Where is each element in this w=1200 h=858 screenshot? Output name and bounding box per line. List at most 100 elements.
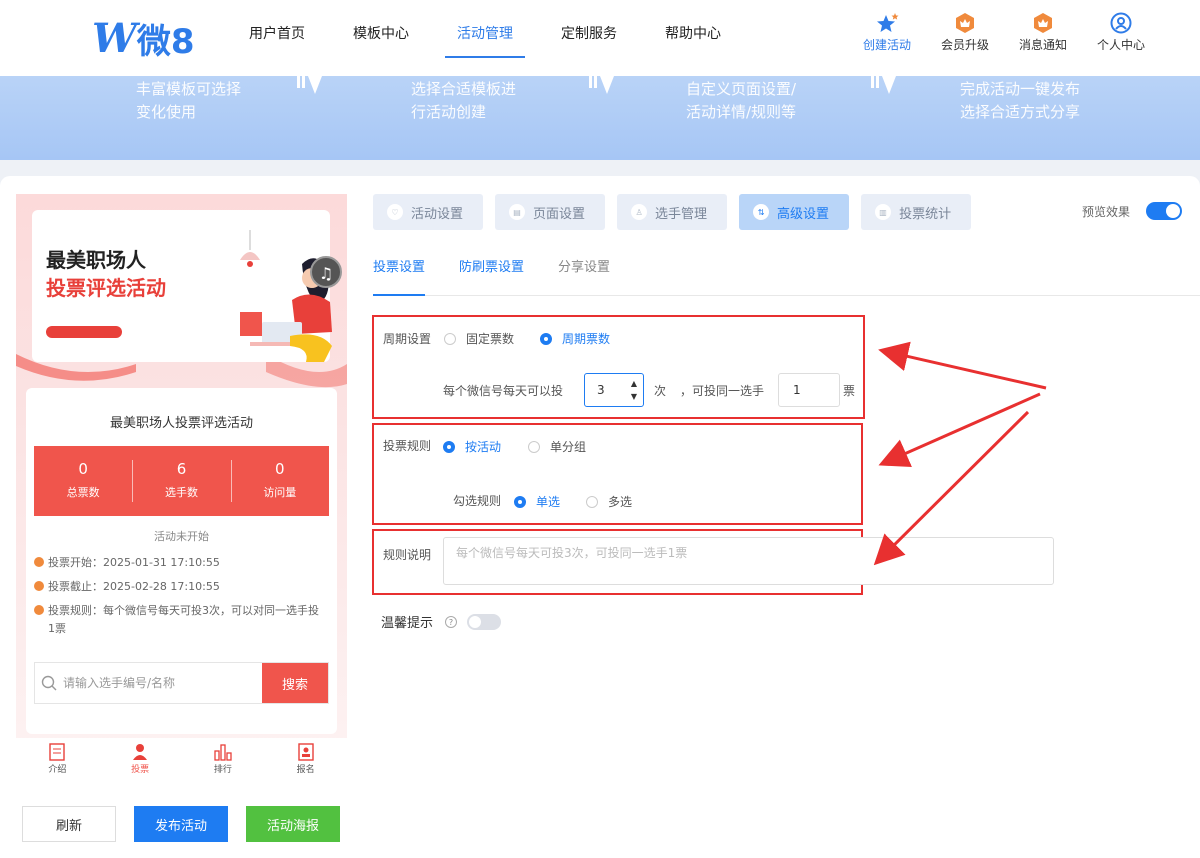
preview-toggle[interactable] [1146,202,1183,220]
per-day-value: 3 [597,383,605,397]
logo-mark: W [92,15,137,62]
message-notice-button[interactable]: 消息通知 [1004,12,1082,53]
search-button[interactable]: 搜索 [262,663,328,703]
logo[interactable]: W 微8 [92,14,195,63]
radio-multi-select[interactable]: 多选 [586,493,632,510]
stat-visits: 0 访问量 [230,446,329,516]
create-activity-button[interactable]: 创建活动 [848,12,926,53]
same-player-label: ，可投同一选手 [680,384,765,398]
vote-rule-text: 投票规则：每个微信号每天可投3次，可以对同一选手投1票 [48,604,319,635]
subtab-vote-settings[interactable]: 投票设置 [373,256,426,296]
player-search-input[interactable] [63,663,262,703]
tab-page-settings[interactable]: ▤ 页面设置 [495,194,606,230]
votes-unit: 票 [843,384,856,398]
nav-template-center[interactable]: 模板中心 [329,0,433,76]
per-day-input[interactable]: 3 ▲ ▼ [584,373,644,407]
radio-single-group[interactable]: 单分组 [528,438,586,455]
help-icon[interactable]: ? [445,615,458,628]
activity-title: 最美职场人投票评选活动 [109,416,253,431]
period-label: 周期设置 [383,332,432,346]
publish-activity-button[interactable]: 发布活动 [134,806,228,842]
tab-vote-statistics[interactable]: ▥ 投票统计 [861,194,972,230]
action-buttons: 刷新 发布活动 活动海报 [22,806,358,842]
nav-activity-management[interactable]: 活动管理 [433,0,537,76]
tab-signup-label: 报名 [296,765,315,775]
subtab-anti-fraud[interactable]: 防刷票设置 [459,256,524,295]
subtab-share-settings[interactable]: 分享设置 [558,256,610,295]
banner-step-1-line1: 丰富模板可选择 [136,80,242,98]
same-player-input[interactable]: 1 [778,373,840,407]
tab-ranking-label: 排行 [213,765,232,775]
radio-cycle-votes[interactable]: 周期票数 [540,330,610,347]
radio-single-group-label: 单分组 [550,440,587,454]
main-panel: 最美职场人 投票评选活动 ♫ 最美职场人投票评选活动 0 总票数 6 选手数 0… [0,176,1200,858]
radio-fixed-votes-label: 固定票数 [466,332,515,346]
vote-start-text: 投票开始：2025-01-31 17:10:55 [48,556,220,569]
nav-help-center[interactable]: 帮助中心 [641,0,745,76]
tab-vote[interactable]: 投票 [99,738,182,784]
activity-poster: 最美职场人 投票评选活动 ♫ [32,210,342,362]
desc-label: 规则说明 [383,548,432,562]
settings-tabs: ♡ 活动设置 ▤ 页面设置 ♙ 选手管理 ⇅ 高级设置 ▥ 投票统计 [373,194,983,230]
phone-preview: 最美职场人 投票评选活动 ♫ 最美职场人投票评选活动 0 总票数 6 选手数 0… [16,194,347,784]
tab-ranking[interactable]: 排行 [182,738,265,784]
tab-player-management[interactable]: ♙ 选手管理 [617,194,728,230]
document-icon [49,743,66,761]
nav-right: 创建活动 会员升级 消息通知 个人中心 [848,12,1160,53]
radio-by-activity-label: 按活动 [465,440,502,454]
arrow-right-icon [589,76,614,94]
radio-circle [444,332,456,345]
preview-toggle-group: 预览效果 [1082,202,1183,220]
poster-time-tag [46,326,122,338]
personal-center-button[interactable]: 个人中心 [1082,12,1160,53]
sub-tabs: 投票设置 防刷票设置 分享设置 [373,256,1200,296]
music-icon[interactable]: ♫ [310,256,342,288]
activity-info-card: 最美职场人投票评选活动 0 总票数 6 选手数 0 访问量 活动未开始 投票开始… [26,388,337,734]
banner-step-3-line2: 活动详情/规则等 [686,103,797,121]
stars-icon [877,13,899,32]
radio-single-select[interactable]: 单选 [514,493,560,510]
radio-by-activity[interactable]: 按活动 [443,438,501,455]
radio-circle [586,495,598,508]
radio-circle [443,440,455,453]
heart-icon: ♡ [387,204,403,220]
banner-step-4: 完成活动一键发布 选择合适方式分享 [960,78,1080,124]
create-activity-label: 创建活动 [862,38,911,52]
rule-description-textarea[interactable] [443,537,1054,585]
refresh-button[interactable]: 刷新 [22,806,116,842]
main-nav: 用户首页 模板中心 活动管理 定制服务 帮助中心 [225,0,745,76]
person-icon [133,744,148,760]
stat-visits-label: 访问量 [263,486,297,499]
tab-page-settings-label: 页面设置 [533,206,586,222]
warm-tip-label: 温馨提示 [381,616,434,631]
tab-activity-settings[interactable]: ♡ 活动设置 [373,194,484,230]
stats-icon: ▥ [875,204,892,220]
warm-tip-row: 温馨提示 ? [381,612,502,631]
banner-step-3: 自定义页面设置/ 活动详情/规则等 [686,78,796,124]
top-nav: W 微8 用户首页 模板中心 活动管理 定制服务 帮助中心 创建活动 会员升级 … [0,0,1200,76]
vote-end-line: 投票截止：2025-02-28 17:10:55 [34,578,324,596]
clock-icon [34,581,44,591]
tab-signup[interactable]: 报名 [264,738,347,784]
nav-custom-service[interactable]: 定制服务 [537,0,641,76]
clock-icon [34,557,44,567]
stepper-arrows[interactable]: ▲ ▼ [631,377,637,403]
tab-advanced-settings[interactable]: ⇅ 高级设置 [739,194,850,230]
radio-fixed-votes[interactable]: 固定票数 [444,330,514,347]
tab-intro[interactable]: 介绍 [16,738,99,784]
member-upgrade-button[interactable]: 会员升级 [926,12,1004,53]
vote-rule-line: 投票规则：每个微信号每天可投3次，可以对同一选手投1票 [34,602,324,638]
tab-vote-label: 投票 [131,765,150,775]
player-search: 搜索 [34,662,329,704]
nav-user-home[interactable]: 用户首页 [225,0,329,76]
tab-advanced-settings-label: 高级设置 [777,206,830,222]
activity-status: 活动未开始 [154,530,209,543]
vote-start-line: 投票开始：2025-01-31 17:10:55 [34,554,324,572]
preview-label: 预览效果 [1082,204,1131,219]
warm-tip-toggle[interactable] [467,613,502,630]
activity-poster-button[interactable]: 活动海报 [246,806,340,842]
tab-intro-label: 介绍 [48,765,67,775]
tab-vote-statistics-label: 投票统计 [899,206,952,222]
message-notice-label: 消息通知 [1018,38,1067,52]
woman-laptop-illustration [240,230,332,362]
